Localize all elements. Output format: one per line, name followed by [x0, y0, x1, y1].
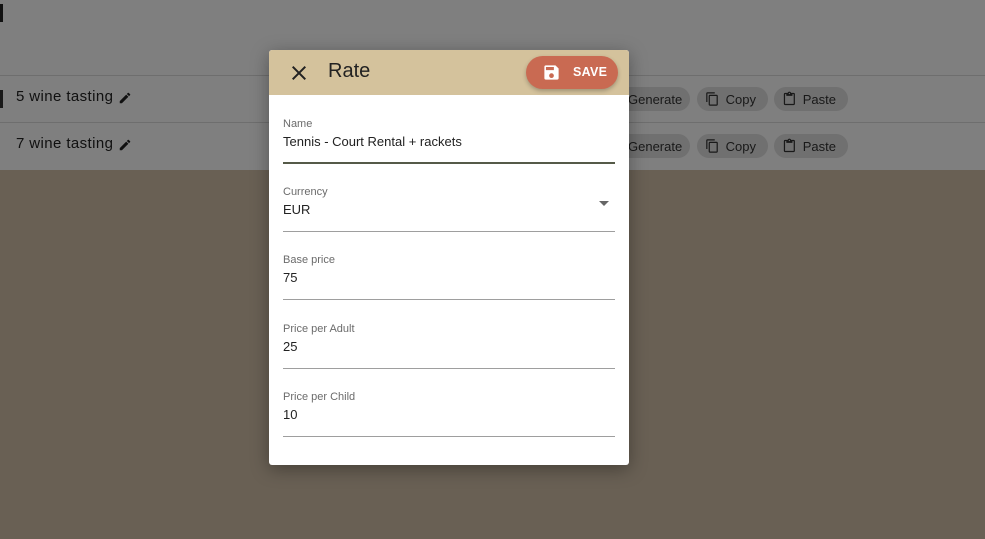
close-icon[interactable] [287, 61, 311, 85]
dialog-header: Rate SAVE [269, 50, 629, 95]
price-per-adult-field[interactable]: Price per Adult 25 [283, 323, 615, 369]
price-per-adult-underline [283, 368, 615, 369]
name-input[interactable]: Tennis - Court Rental + rackets [283, 134, 583, 149]
price-per-child-underline [283, 436, 615, 437]
price-per-child-label: Price per Child [283, 391, 356, 403]
base-price-field[interactable]: Base price 75 [283, 254, 615, 300]
dialog-title: Rate [328, 60, 371, 82]
currency-select[interactable]: Currency EUR [283, 186, 615, 232]
save-button[interactable]: SAVE [526, 56, 618, 89]
base-price-underline [283, 299, 615, 300]
name-underline [283, 162, 615, 164]
price-per-adult-input[interactable]: 25 [283, 339, 583, 354]
price-per-adult-label: Price per Adult [283, 323, 355, 335]
app-screen: 5 wine tasting Generate Copy Paste 7 win… [0, 0, 985, 539]
rate-dialog: Rate SAVE Name Tennis - Court Rental + r… [269, 50, 629, 465]
name-field[interactable]: Name Tennis - Court Rental + rackets [283, 118, 615, 164]
save-icon [544, 65, 559, 80]
caret-down-icon[interactable] [599, 201, 609, 206]
currency-label: Currency [283, 186, 328, 198]
base-price-label: Base price [283, 254, 335, 266]
base-price-input[interactable]: 75 [283, 270, 583, 285]
name-label: Name [283, 118, 313, 130]
price-per-child-input[interactable]: 10 [283, 407, 583, 422]
currency-underline [283, 231, 615, 232]
price-per-child-field[interactable]: Price per Child 10 [283, 391, 615, 437]
save-label: SAVE [573, 65, 608, 79]
currency-value[interactable]: EUR [283, 202, 583, 217]
